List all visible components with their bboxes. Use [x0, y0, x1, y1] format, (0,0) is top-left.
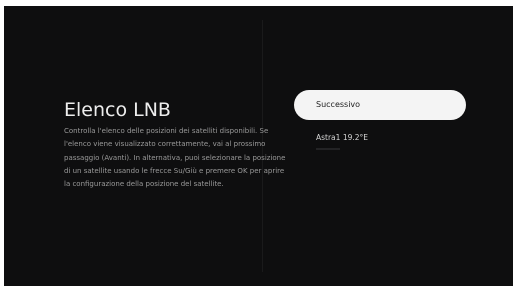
- satellite-list-item[interactable]: Astra1 19.2°E: [316, 132, 456, 154]
- satellite-label: Astra1 19.2°E: [316, 133, 369, 142]
- page-description: Controlla l'elenco delle posizioni dei s…: [64, 127, 286, 189]
- page-title: Elenco LNB: [64, 99, 171, 121]
- tv-screen: Elenco LNB Controlla l'elenco delle posi…: [4, 6, 513, 286]
- next-button[interactable]: Successivo: [294, 90, 466, 120]
- satellite-item-indicator: [316, 148, 340, 150]
